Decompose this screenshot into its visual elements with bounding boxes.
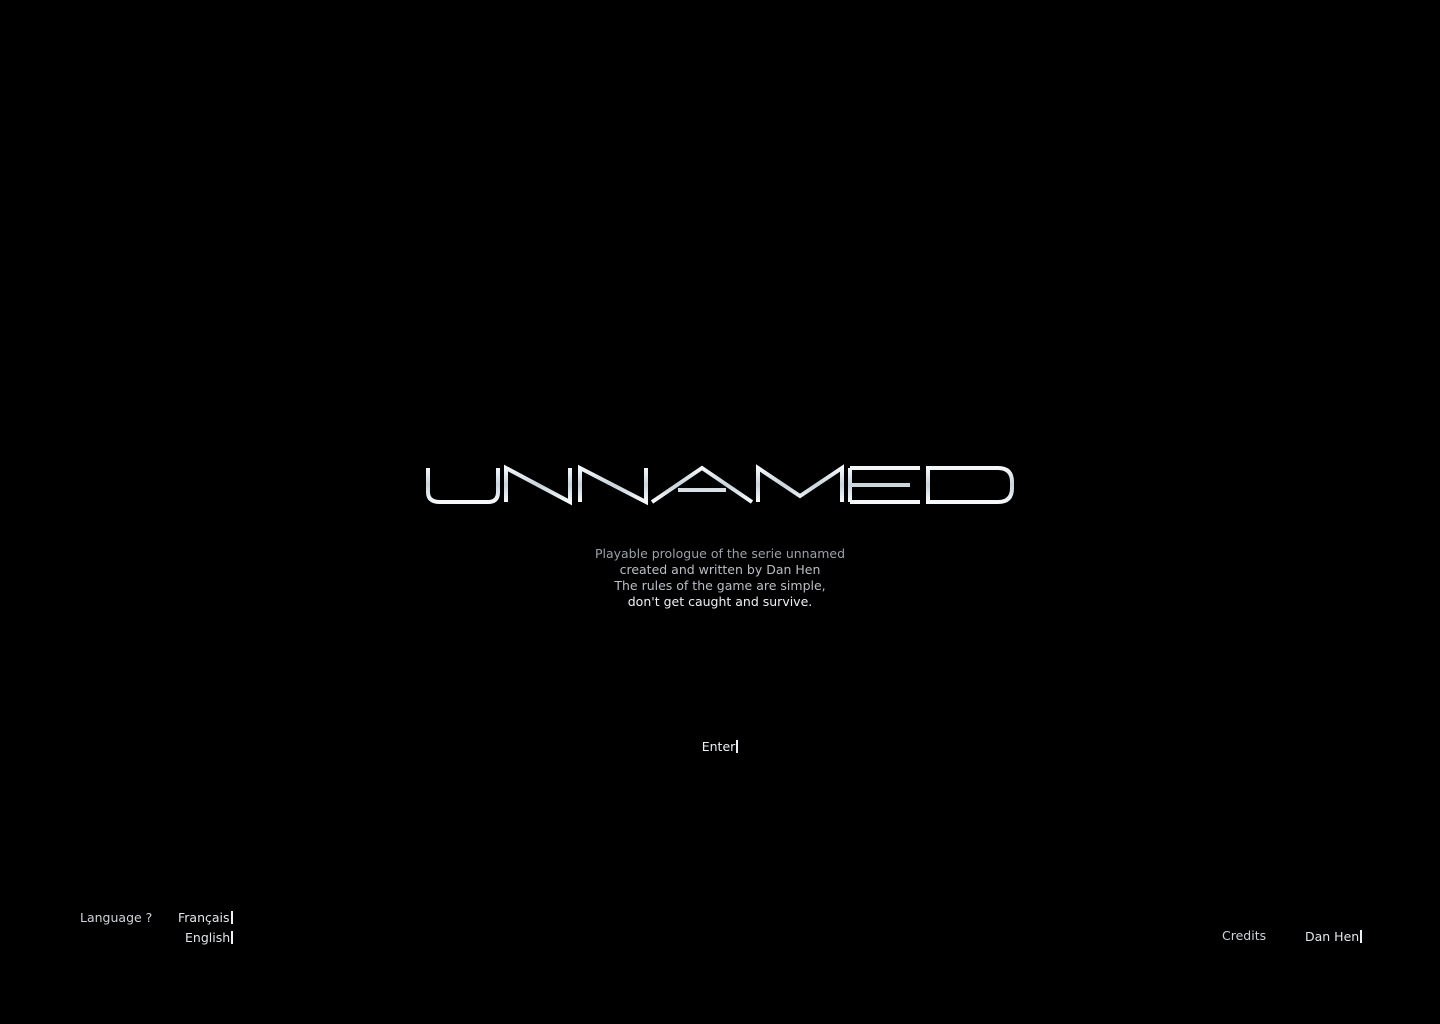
intro-line-2: created and written by Dan Hen (619, 562, 821, 577)
cursor-caret-icon (1360, 930, 1363, 943)
credits-label: Credits (1222, 928, 1267, 943)
cursor-caret-icon (736, 740, 739, 753)
intro-text: Playable prologue of the serie unnamed c… (520, 546, 920, 610)
unnamed-logo-graphic (426, 464, 1014, 506)
intro-line-3: The rules of the game are simple, (614, 578, 826, 593)
language-option-francais[interactable]: Français (178, 910, 233, 925)
language-option-english[interactable]: English (185, 930, 234, 945)
enter-label: Enter (701, 739, 736, 754)
language-option-label: Français (178, 910, 230, 925)
cursor-caret-icon (230, 911, 233, 924)
game-logo (420, 462, 1020, 508)
cursor-caret-icon (231, 931, 234, 944)
enter-button[interactable]: Enter (670, 739, 770, 754)
credits-name: Dan Hen (1305, 929, 1360, 944)
intro-line-1: Playable prologue of the serie unnamed (594, 546, 846, 561)
credits-name-link[interactable]: Dan Hen (1305, 929, 1363, 944)
intro-line-4: don't get caught and survive. (627, 594, 813, 609)
language-label: Language ? (80, 910, 153, 925)
language-option-label: English (185, 930, 231, 945)
